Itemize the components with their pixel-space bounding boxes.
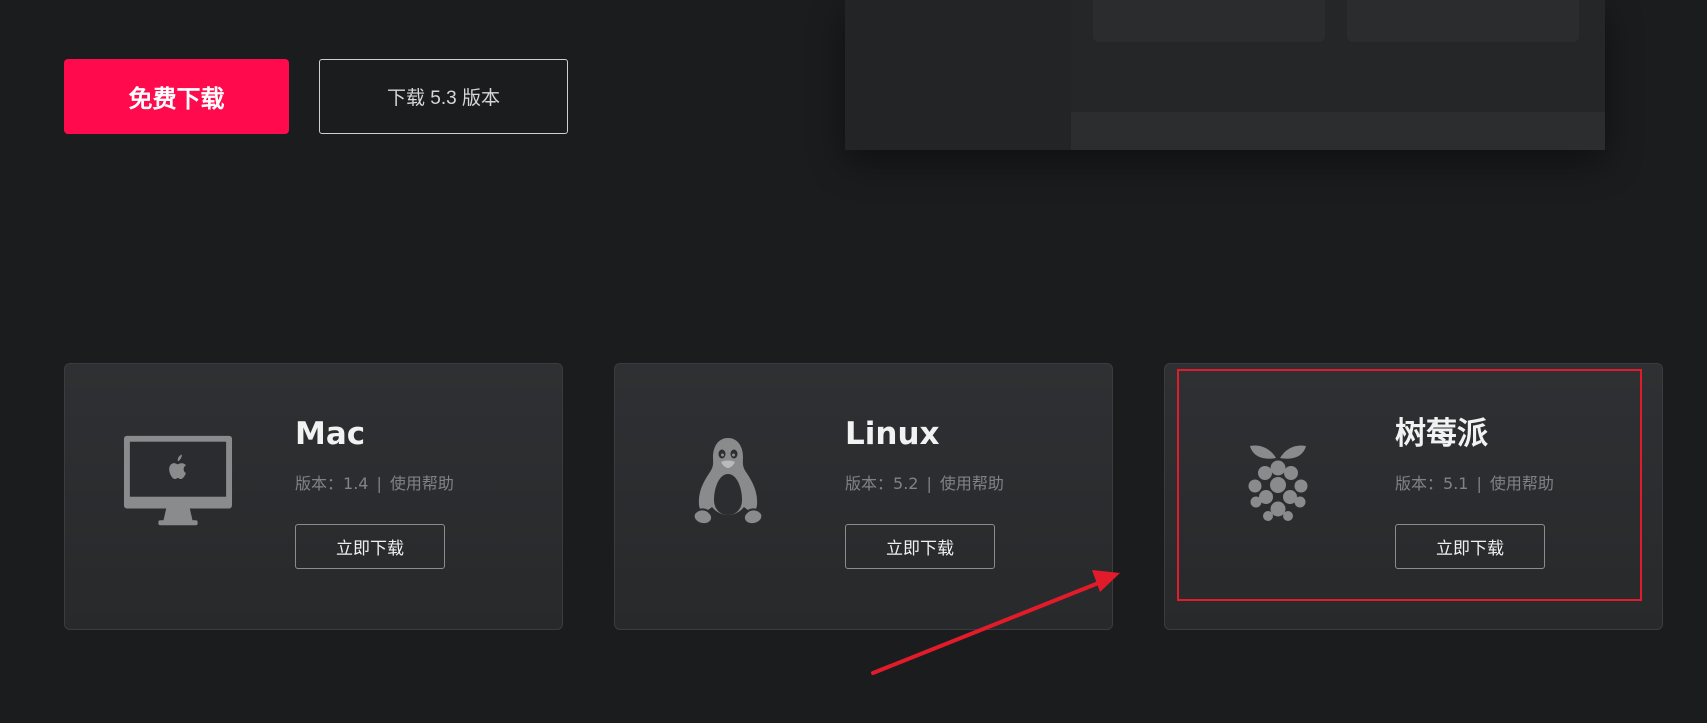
card-title: Mac — [295, 416, 366, 452]
app-preview-image — [845, 0, 1605, 150]
card-title: 树莓派 — [1395, 416, 1488, 452]
version-label: 版本： — [295, 474, 344, 493]
meta-separator: | — [926, 474, 932, 493]
preview-tile — [1347, 0, 1579, 42]
card-content: Linux 版本：5.2 | 使用帮助 立即下载 — [845, 419, 1004, 569]
version-number: 5.2 — [893, 474, 919, 493]
imac-apple-icon — [123, 431, 233, 531]
meta-separator: | — [1476, 474, 1482, 493]
download-now-button[interactable]: 立即下载 — [845, 524, 995, 569]
help-link[interactable]: 使用帮助 — [1490, 474, 1554, 493]
download-version-button[interactable]: 下载 5.3 版本 — [319, 59, 568, 134]
preview-sidebar — [845, 0, 1071, 150]
card-content: Mac 版本：1.4 | 使用帮助 立即下载 — [295, 419, 454, 569]
card-content: 树莓派 版本：5.1 | 使用帮助 立即下载 — [1395, 419, 1554, 569]
card-meta: 版本：5.1 | 使用帮助 — [1395, 470, 1554, 494]
meta-separator: | — [376, 474, 382, 493]
version-label: 版本： — [845, 474, 894, 493]
help-link[interactable]: 使用帮助 — [390, 474, 454, 493]
download-now-button[interactable]: 立即下载 — [1395, 524, 1545, 569]
version-label: 版本： — [1395, 474, 1444, 493]
preview-bottom-bar — [1071, 112, 1605, 150]
version-number: 5.1 — [1443, 474, 1469, 493]
card-title: Linux — [845, 416, 940, 452]
card-meta: 版本：1.4 | 使用帮助 — [295, 470, 454, 494]
preview-tile — [1093, 0, 1325, 42]
download-page: 免费下载 下载 5.3 版本 Mac 版本：1.4 | 使用帮助 立即下载 Li… — [0, 0, 1707, 723]
platform-card-linux: Linux 版本：5.2 | 使用帮助 立即下载 — [614, 363, 1113, 630]
free-download-button[interactable]: 免费下载 — [64, 59, 289, 134]
linux-penguin-icon — [673, 431, 783, 531]
download-now-button[interactable]: 立即下载 — [295, 524, 445, 569]
platform-card-mac: Mac 版本：1.4 | 使用帮助 立即下载 — [64, 363, 563, 630]
help-link[interactable]: 使用帮助 — [940, 474, 1004, 493]
card-meta: 版本：5.2 | 使用帮助 — [845, 470, 1004, 494]
platform-card-raspberry-pi: 树莓派 版本：5.1 | 使用帮助 立即下载 — [1164, 363, 1663, 630]
raspberry-pi-icon — [1223, 431, 1333, 531]
version-number: 1.4 — [343, 474, 369, 493]
